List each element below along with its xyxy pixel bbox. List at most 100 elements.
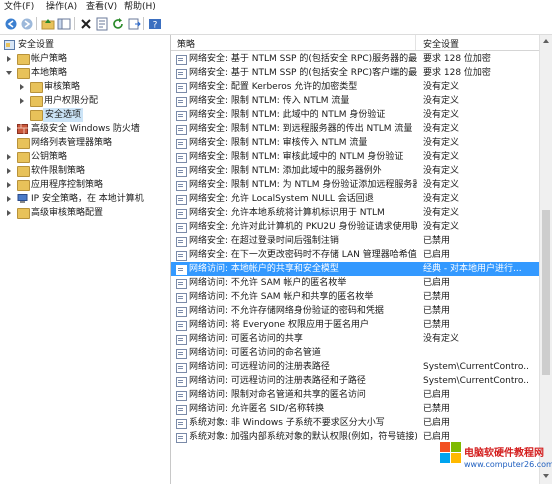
table-row[interactable]: 网络访问: 可远程访问的注册表路径和子路径 System\CurrentContr… (171, 374, 539, 388)
policy-icon (176, 377, 187, 387)
security-setting-value: 要求 128 位加密 (423, 54, 491, 64)
expand-arrow-icon[interactable] (7, 182, 11, 188)
security-setting-value: 没有定义 (423, 138, 460, 148)
table-row[interactable]: 网络安全: 限制 NTLM: 此域中的 NTLM 身份验证 没有定义 (171, 108, 539, 122)
table-row[interactable]: 网络安全: 基于 NTLM SSP 的(包括安全 RPC)客户端的最小... 要求… (171, 66, 539, 80)
policy-name: 网络访问: 不允许存储网络身份验证的密码和凭据 (189, 306, 384, 316)
tree-node-local-policies[interactable]: 本地策略 (0, 66, 170, 80)
tree-label: 安全设置 (18, 40, 55, 50)
menu-action[interactable]: 操作(A) (46, 1, 77, 13)
folder-icon (17, 152, 30, 163)
tree-label: 应用程序控制策略 (31, 180, 104, 190)
expand-arrow-icon[interactable] (7, 196, 11, 202)
tree-node-user-rights[interactable]: 用户权限分配 (0, 94, 170, 108)
security-setting-value: 没有定义 (423, 152, 460, 162)
table-row[interactable]: 网络安全: 限制 NTLM: 传入 NTLM 流量 没有定义 (171, 94, 539, 108)
expand-arrow-icon[interactable] (7, 154, 11, 160)
policy-icon (176, 111, 187, 121)
export-list-icon[interactable] (126, 16, 142, 32)
vertical-scrollbar[interactable] (539, 35, 552, 484)
policy-name: 网络访问: 限制对命名管道和共享的匿名访问 (189, 390, 366, 400)
policy-icon (176, 405, 187, 415)
tree-node-network-list[interactable]: 网络列表管理器策略 (0, 136, 170, 150)
refresh-icon[interactable] (110, 16, 126, 32)
expand-arrow-icon[interactable] (20, 98, 24, 104)
properties-icon[interactable] (94, 16, 110, 32)
expand-arrow-icon[interactable] (7, 56, 11, 62)
scroll-up-icon[interactable] (543, 39, 549, 43)
show-hide-tree-icon[interactable] (56, 16, 72, 32)
expand-arrow-icon[interactable] (20, 84, 24, 90)
security-setting-value: 已禁用 (423, 306, 451, 316)
tree-node-account-policies[interactable]: 帐户策略 (0, 52, 170, 66)
expand-arrow-icon[interactable] (7, 168, 11, 174)
tree-node-firewall[interactable]: 高级安全 Windows 防火墙 (0, 122, 170, 136)
table-row[interactable]: 网络访问: 本地帐户的共享和安全模型 经典 - 对本地用户进行... (171, 262, 539, 276)
policy-name: 网络安全: 限制 NTLM: 添加此域中的服务器例外 (189, 166, 382, 176)
table-row[interactable]: 网络安全: 允许对此计算机的 PKU2U 身份验证请求使用联... 没有定义 (171, 220, 539, 234)
table-row[interactable]: 网络安全: 允许 LocalSystem NULL 会话回退 没有定义 (171, 192, 539, 206)
table-row[interactable]: 网络访问: 可匿名访问的命名管道 (171, 346, 539, 360)
table-row[interactable]: 网络访问: 可匿名访问的共享 没有定义 (171, 332, 539, 346)
tree-node-software-restriction[interactable]: 软件限制策略 (0, 164, 170, 178)
policy-icon (176, 307, 187, 317)
table-row[interactable]: 网络安全: 基于 NTLM SSP 的(包括安全 RPC)服务器的最小... 要求… (171, 52, 539, 66)
table-row[interactable]: 网络访问: 可远程访问的注册表路径 System\CurrentContro... (171, 360, 539, 374)
table-row[interactable]: 网络安全: 在超过登录时间后强制注销 已禁用 (171, 234, 539, 248)
table-row[interactable]: 网络安全: 限制 NTLM: 审核传入 NTLM 流量 没有定义 (171, 136, 539, 150)
table-row[interactable]: 系统对象: 非 Windows 子系统不要求区分大小写 已启用 (171, 416, 539, 430)
policy-icon (176, 279, 187, 289)
tree-node-public-key[interactable]: 公钥策略 (0, 150, 170, 164)
policy-name: 网络访问: 可匿名访问的共享 (189, 334, 303, 344)
security-setting-value: 没有定义 (423, 222, 460, 232)
tree-label: 高级审核策略配置 (31, 208, 104, 218)
tree-node-security-options[interactable]: 安全选项 (0, 108, 170, 122)
policy-icon (176, 181, 187, 191)
table-row[interactable]: 网络安全: 限制 NTLM: 到远程服务器的传出 NTLM 流量 没有定义 (171, 122, 539, 136)
policy-name: 网络访问: 可远程访问的注册表路径和子路径 (189, 376, 366, 386)
policy-icon (176, 335, 187, 345)
policy-icon (176, 293, 187, 303)
table-row[interactable]: 网络安全: 在下一次更改密码时不存储 LAN 管理器哈希值 已启用 (171, 248, 539, 262)
tree-node-audit-policy[interactable]: 审核策略 (0, 80, 170, 94)
collapse-arrow-icon[interactable] (6, 71, 12, 75)
policy-icon (176, 153, 187, 163)
table-row[interactable]: 网络访问: 不允许存储网络身份验证的密码和凭据 已禁用 (171, 304, 539, 318)
up-folder-icon[interactable] (40, 16, 56, 32)
tree-node-security-settings[interactable]: 安全设置 (0, 38, 170, 52)
table-row[interactable]: 网络访问: 限制对命名管道和共享的匿名访问 已启用 (171, 388, 539, 402)
table-row[interactable]: 网络访问: 不允许 SAM 帐户的匿名枚举 已启用 (171, 276, 539, 290)
table-row[interactable]: 网络安全: 限制 NTLM: 为 NTLM 身份验证添加远程服务器... 没有定义 (171, 178, 539, 192)
menu-file[interactable]: 文件(F) (4, 1, 34, 13)
expand-arrow-icon[interactable] (7, 210, 11, 216)
table-row[interactable]: 网络访问: 允许匿名 SID/名称转换 已禁用 (171, 402, 539, 416)
table-row[interactable]: 网络安全: 配置 Kerberos 允许的加密类型 没有定义 (171, 80, 539, 94)
table-row[interactable]: 网络访问: 将 Everyone 权限应用于匿名用户 已禁用 (171, 318, 539, 332)
menu-view[interactable]: 查看(V) (86, 1, 117, 13)
tree-node-advanced-audit[interactable]: 高级审核策略配置 (0, 206, 170, 220)
table-row[interactable]: 网络安全: 限制 NTLM: 审核此域中的 NTLM 身份验证 没有定义 (171, 150, 539, 164)
security-setting-value: 已禁用 (423, 292, 451, 302)
tree-node-ip-security[interactable]: IP 安全策略，在 本地计算机 (0, 192, 170, 206)
policy-name: 网络安全: 基于 NTLM SSP 的(包括安全 RPC)客户端的最小... (189, 68, 417, 78)
policy-icon (176, 265, 187, 275)
folder-icon (30, 82, 43, 93)
toolbar: ? (0, 14, 552, 35)
scrollbar-thumb[interactable] (542, 210, 550, 375)
menu-bar: 文件(F) 操作(A) 查看(V) 帮助(H) (0, 0, 552, 14)
column-header-policy[interactable]: 策略 (177, 37, 195, 50)
policy-name: 网络访问: 本地帐户的共享和安全模型 (189, 264, 339, 274)
table-row[interactable]: 网络访问: 不允许 SAM 帐户和共享的匿名枚举 已禁用 (171, 290, 539, 304)
expand-arrow-icon[interactable] (7, 126, 11, 132)
tree-label: 帐户策略 (31, 54, 68, 64)
column-header-setting[interactable]: 安全设置 (423, 37, 459, 50)
menu-help[interactable]: 帮助(H) (124, 1, 156, 13)
help-icon[interactable]: ? (147, 16, 163, 32)
delete-icon[interactable] (78, 16, 94, 32)
table-row[interactable]: 网络安全: 限制 NTLM: 添加此域中的服务器例外 没有定义 (171, 164, 539, 178)
back-icon[interactable] (3, 16, 19, 32)
table-row[interactable]: 网络安全: 允许本地系统将计算机标识用于 NTLM 没有定义 (171, 206, 539, 220)
tree-node-app-control[interactable]: 应用程序控制策略 (0, 178, 170, 192)
security-setting-value: 没有定义 (423, 194, 460, 204)
forward-icon[interactable] (19, 16, 35, 32)
